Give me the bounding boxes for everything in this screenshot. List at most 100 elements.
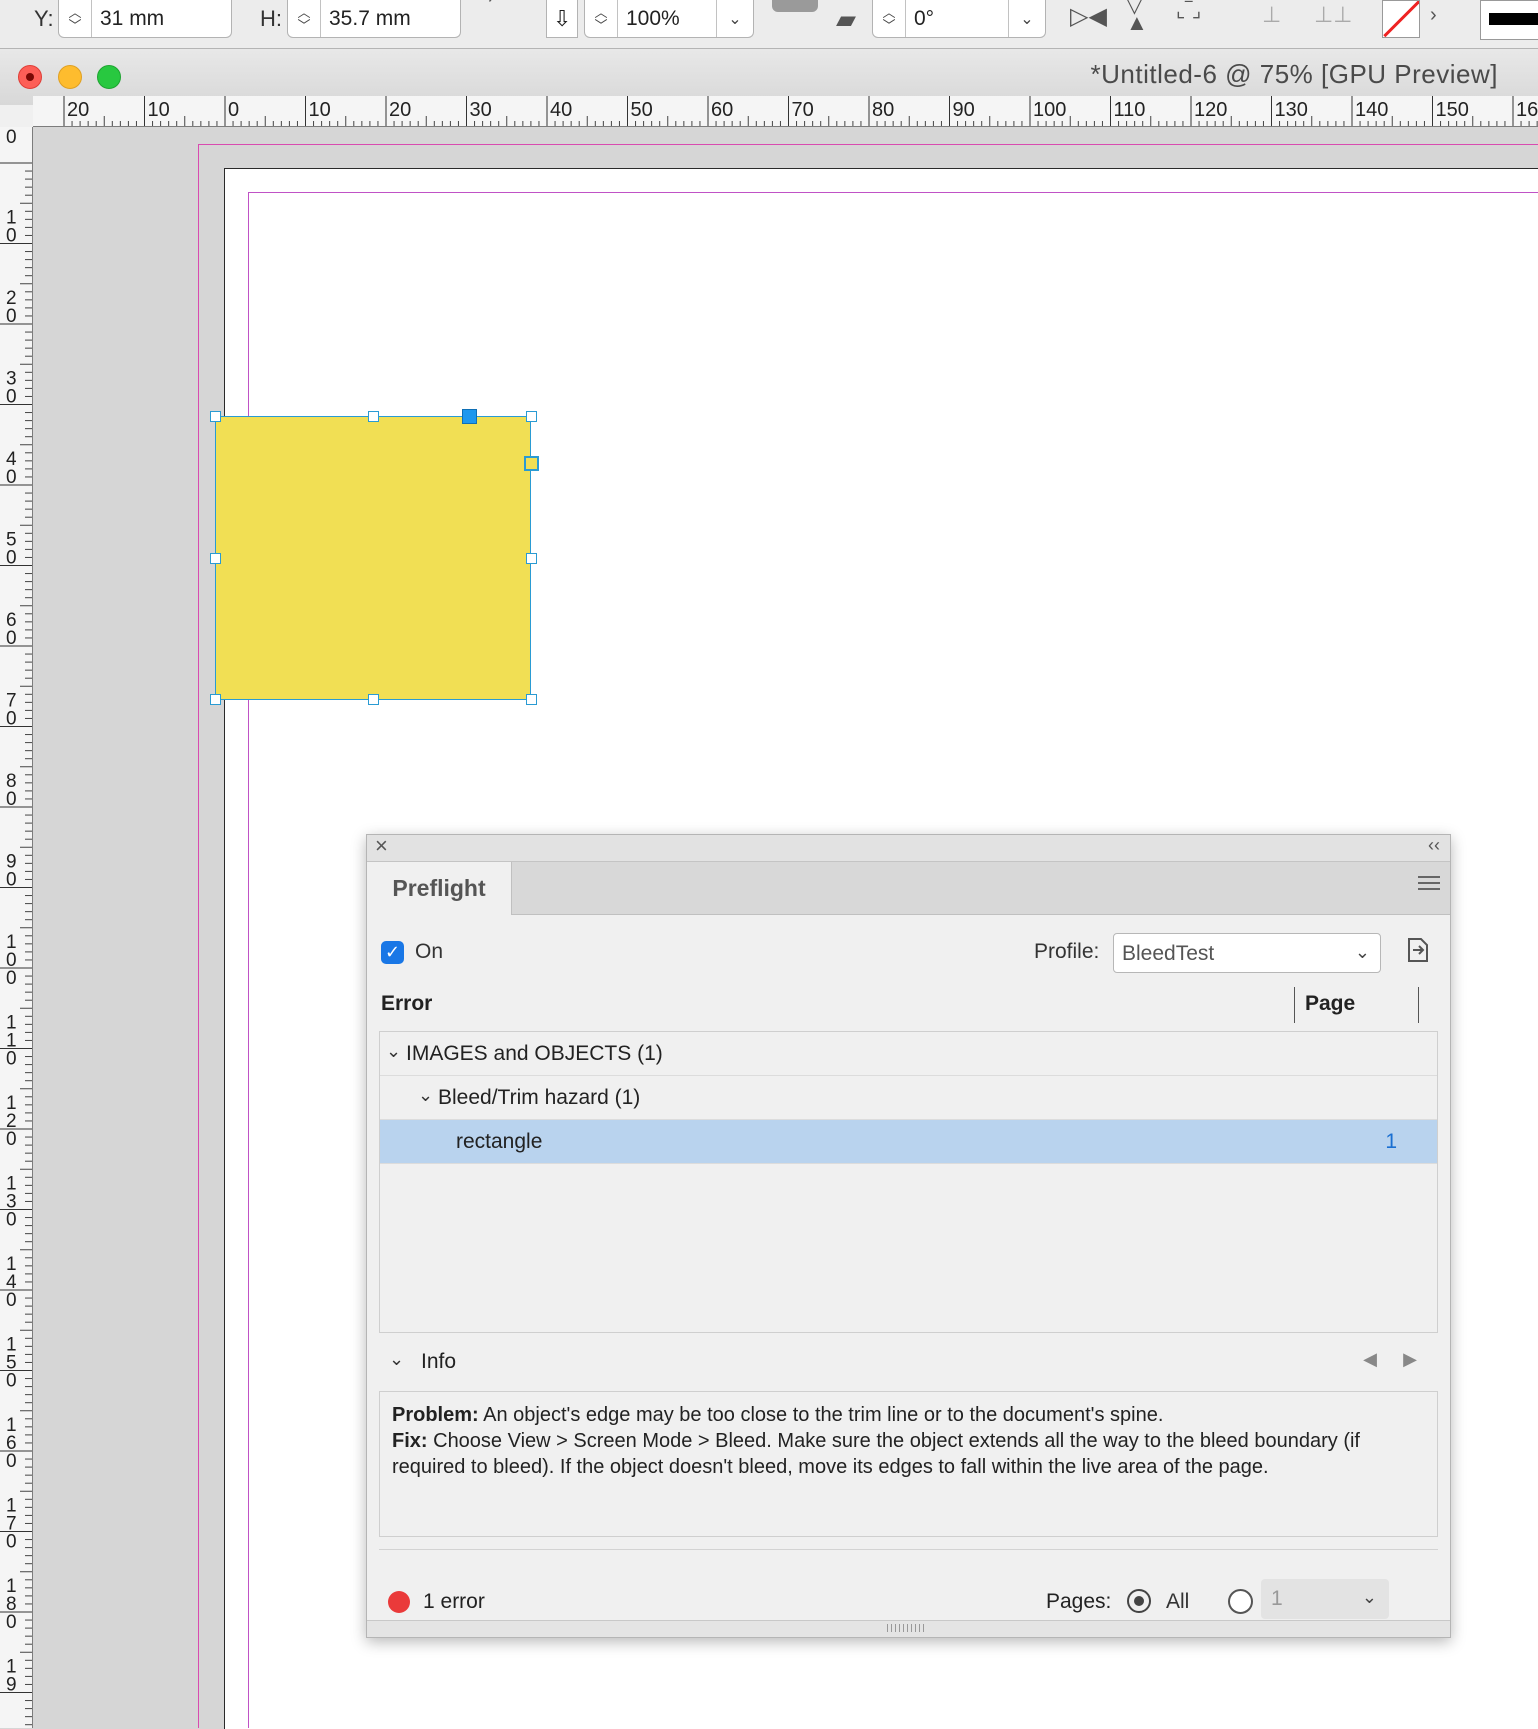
angle-field[interactable]: ︿ ﹀ 0° ⌄ <box>872 0 1046 38</box>
flip-vertical-icon[interactable]: ▽ ▲ <box>1126 0 1148 34</box>
handle-bottom-left[interactable] <box>210 694 221 705</box>
select-next-icon[interactable]: ⊥⊥ <box>1314 2 1352 28</box>
live-corner-handle[interactable] <box>524 456 539 471</box>
fill-swatch-none-icon[interactable] <box>1382 0 1420 38</box>
vertical-ruler[interactable]: 0102030405060708090100110120130140150160… <box>0 127 33 1728</box>
flip-horizontal-icon[interactable]: ▷◀ <box>1070 2 1107 31</box>
scale-field[interactable]: ︿ ﹀ 100% ⌄ <box>584 0 754 38</box>
ruler-origin-corner[interactable] <box>0 105 34 128</box>
close-window-button[interactable] <box>18 65 42 89</box>
error-category-row[interactable]: ⌄ IMAGES and OBJECTS (1) <box>380 1032 1437 1076</box>
h-stepper[interactable]: ︿ ﹀ <box>288 0 321 37</box>
previous-arrow-icon[interactable]: ◀ <box>1363 1349 1377 1370</box>
handle-top-middle[interactable] <box>368 411 379 422</box>
chevron-down-icon[interactable]: ⌄ <box>389 1349 404 1370</box>
y-stepper[interactable]: ︿ ﹀ <box>59 0 92 37</box>
ruler-label: 10 <box>309 99 331 121</box>
next-arrow-icon[interactable]: ▶ <box>1403 1349 1417 1370</box>
panel-tab-bar: Preflight <box>367 862 1450 915</box>
tab-preflight[interactable]: Preflight <box>367 862 512 915</box>
selected-rectangle[interactable] <box>215 416 531 700</box>
ruler-label: 0 <box>6 306 17 327</box>
shear-icon[interactable]: ▰ <box>836 4 856 35</box>
profile-select[interactable]: BleedTest ⌄ <box>1113 933 1381 973</box>
ruler-label: 50 <box>631 99 653 121</box>
stepper-up-icon[interactable]: ︿ <box>68 6 81 19</box>
error-list: ⌄ IMAGES and OBJECTS (1) ⌄ Bleed/Trim ha… <box>379 1031 1438 1333</box>
panel-resize-bar[interactable] <box>367 1620 1450 1637</box>
scale-stepper[interactable]: ︿ ﹀ <box>585 0 618 37</box>
document-title: *Untitled-6 @ 75% [GPU Preview] <box>1090 59 1498 89</box>
scale-value[interactable]: 100% <box>618 7 680 31</box>
proxy-button[interactable] <box>772 0 818 12</box>
ruler-label: 70 <box>792 99 814 121</box>
select-previous-icon[interactable]: ⊥ <box>1262 2 1281 28</box>
info-section-header[interactable]: ⌄ Info ◀ ▶ <box>381 1345 1437 1385</box>
profile-label: Profile: <box>1034 940 1100 963</box>
y-label: Y: <box>34 6 54 31</box>
pages-range-select[interactable]: 1 ⌄ <box>1261 1579 1389 1619</box>
preflight-panel: × ‹‹ Preflight ✓ On Profile: BleedTest ⌄… <box>366 833 1451 1638</box>
stepper-up-icon[interactable]: ︿ <box>594 6 607 19</box>
ruler-label: 100 <box>1033 99 1066 121</box>
reference-point-icon[interactable]: ▫ <box>0 0 1 25</box>
stepper-up-icon[interactable]: ︿ <box>882 6 895 19</box>
stroke-line-icon <box>1489 13 1538 25</box>
column-divider[interactable] <box>1418 987 1419 1023</box>
preflight-on-checkbox[interactable]: ✓ <box>381 941 404 964</box>
footer-divider <box>379 1549 1438 1550</box>
chevron-down-icon[interactable]: ⌄ <box>418 1085 433 1106</box>
chevron-down-icon[interactable]: ⌄ <box>716 0 753 37</box>
zoom-window-button[interactable] <box>97 65 121 89</box>
handle-top-left[interactable] <box>210 411 221 422</box>
chevron-right-icon[interactable]: › <box>1430 4 1437 27</box>
minimize-window-button[interactable] <box>58 65 82 89</box>
stepper-down-icon[interactable]: ﹀ <box>68 19 81 32</box>
problem-label: Problem: <box>392 1404 479 1426</box>
ruler-label: 140 <box>1355 99 1388 121</box>
select-container-icon[interactable]: ⌞‾⌟ <box>1176 0 1201 23</box>
handle-bottom-middle[interactable] <box>368 694 379 705</box>
horizontal-ruler[interactable]: 20 10 0 10 20 30 40 50 60 70 80 90 100 110 120 130 140 15… <box>33 96 1538 127</box>
stepper-down-icon[interactable]: ﹀ <box>882 19 895 32</box>
handle-bottom-right[interactable] <box>526 694 537 705</box>
error-item-row[interactable]: rectangle 1 <box>380 1120 1437 1164</box>
close-icon[interactable]: × <box>375 833 388 859</box>
scale-icon-box[interactable]: ⇩ <box>546 0 578 38</box>
pages-range-radio[interactable] <box>1228 1589 1253 1614</box>
h-label: H: <box>260 6 282 31</box>
y-field[interactable]: ︿ ﹀ 31 mm <box>58 0 232 38</box>
define-profiles-icon[interactable] <box>1401 933 1435 967</box>
pages-all-radio[interactable] <box>1127 1589 1151 1613</box>
ruler-label: 0 <box>6 968 17 989</box>
error-item-page-link[interactable]: 1 <box>1385 1130 1397 1154</box>
link-icon[interactable]: ᐟ <box>488 0 496 15</box>
column-header-error[interactable]: Error <box>381 992 432 1016</box>
ruler-label: 0 <box>6 467 17 488</box>
angle-stepper[interactable]: ︿ ﹀ <box>873 0 906 37</box>
handle-top-right[interactable] <box>526 411 537 422</box>
handle-middle-left[interactable] <box>210 553 221 564</box>
column-header-page[interactable]: Page <box>1305 992 1355 1016</box>
stroke-weight-swatch[interactable] <box>1480 0 1538 40</box>
resize-grip-icon[interactable] <box>887 1624 927 1632</box>
stepper-up-icon[interactable]: ︿ <box>297 6 310 19</box>
handle-middle-right[interactable] <box>526 553 537 564</box>
y-value[interactable]: 31 mm <box>92 7 164 31</box>
panel-menu-icon[interactable] <box>1418 876 1440 894</box>
h-value[interactable]: 35.7 mm <box>321 7 411 31</box>
column-divider[interactable] <box>1294 987 1295 1023</box>
stepper-down-icon[interactable]: ﹀ <box>297 19 310 32</box>
angle-value[interactable]: 0° <box>906 7 934 31</box>
chevron-down-icon[interactable]: ⌄ <box>386 1041 401 1062</box>
chevron-down-icon[interactable]: ⌄ <box>1008 0 1045 37</box>
content-grabber-handle[interactable] <box>462 409 477 424</box>
error-subcategory-row[interactable]: ⌄ Bleed/Trim hazard (1) <box>380 1076 1437 1120</box>
ruler-label: 30 <box>470 99 492 121</box>
ruler-label: 0 <box>6 1210 17 1231</box>
error-list-header: Error Page <box>381 987 1437 1023</box>
fix-text: Choose View > Screen Mode > Bleed. Make … <box>392 1430 1360 1478</box>
stepper-down-icon[interactable]: ﹀ <box>594 19 607 32</box>
collapse-panel-icon[interactable]: ‹‹ <box>1428 835 1440 856</box>
h-field[interactable]: ︿ ﹀ 35.7 mm <box>287 0 461 38</box>
